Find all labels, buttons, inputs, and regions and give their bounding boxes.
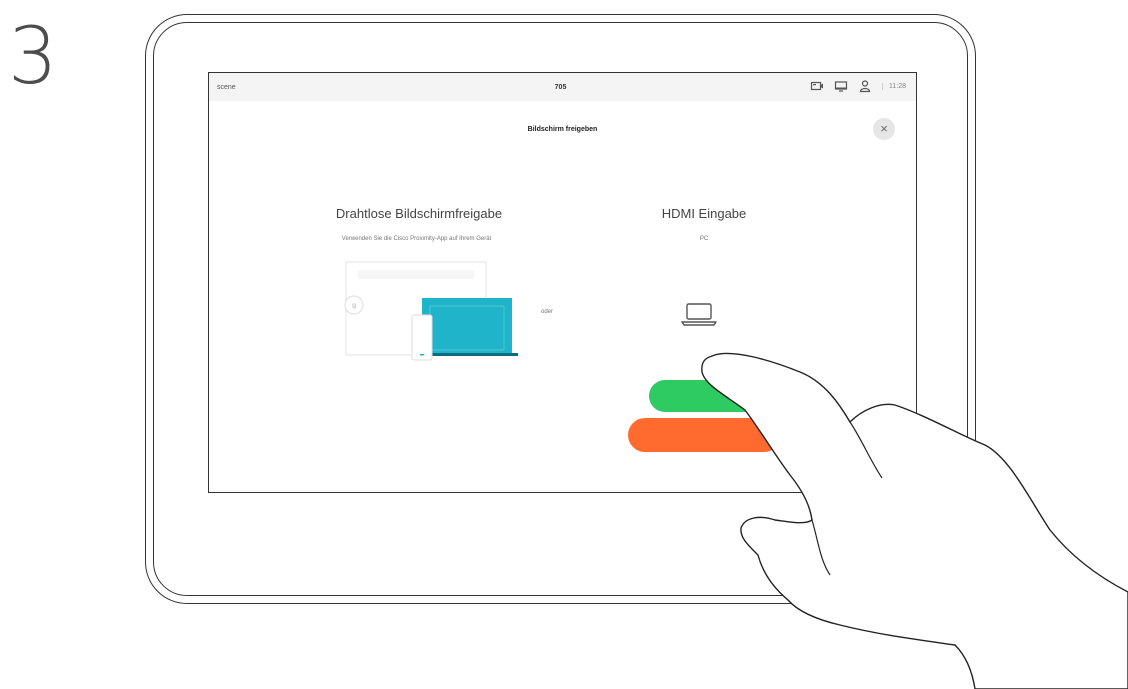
proximity-illustration: ℚ (344, 261, 518, 361)
clock-time: 11:28 (882, 82, 906, 90)
status-icons: 11:28 (810, 79, 906, 93)
wireless-share-title: Drahtlose Bildschirmfreigabe (335, 206, 503, 221)
hdmi-input-title: HDMI Eingabe (661, 206, 747, 221)
status-bar: scene 705 11:28 (209, 73, 916, 101)
close-button[interactable]: × (873, 118, 895, 140)
laptop-icon[interactable] (679, 299, 719, 329)
touch-screen: scene 705 11:28 Bildschirm freigeben × D… (208, 72, 917, 493)
or-label: oder (541, 309, 554, 315)
panel-title: Bildschirm freigeben (527, 126, 598, 133)
svg-text:ℚ: ℚ (352, 303, 357, 310)
wireless-share-subtitle: Verwenden Sie die Cisco Proximity-App au… (341, 236, 492, 242)
share-screen-button[interactable] (649, 380, 761, 412)
status-center-main: 705 (554, 84, 567, 91)
step-number: 3 (8, 12, 58, 102)
camera-icon[interactable] (810, 79, 824, 93)
display-icon[interactable] (834, 79, 848, 93)
hdmi-input-subtitle: PC (699, 236, 709, 242)
contacts-icon[interactable] (858, 79, 872, 93)
call-share-button[interactable] (628, 418, 781, 452)
